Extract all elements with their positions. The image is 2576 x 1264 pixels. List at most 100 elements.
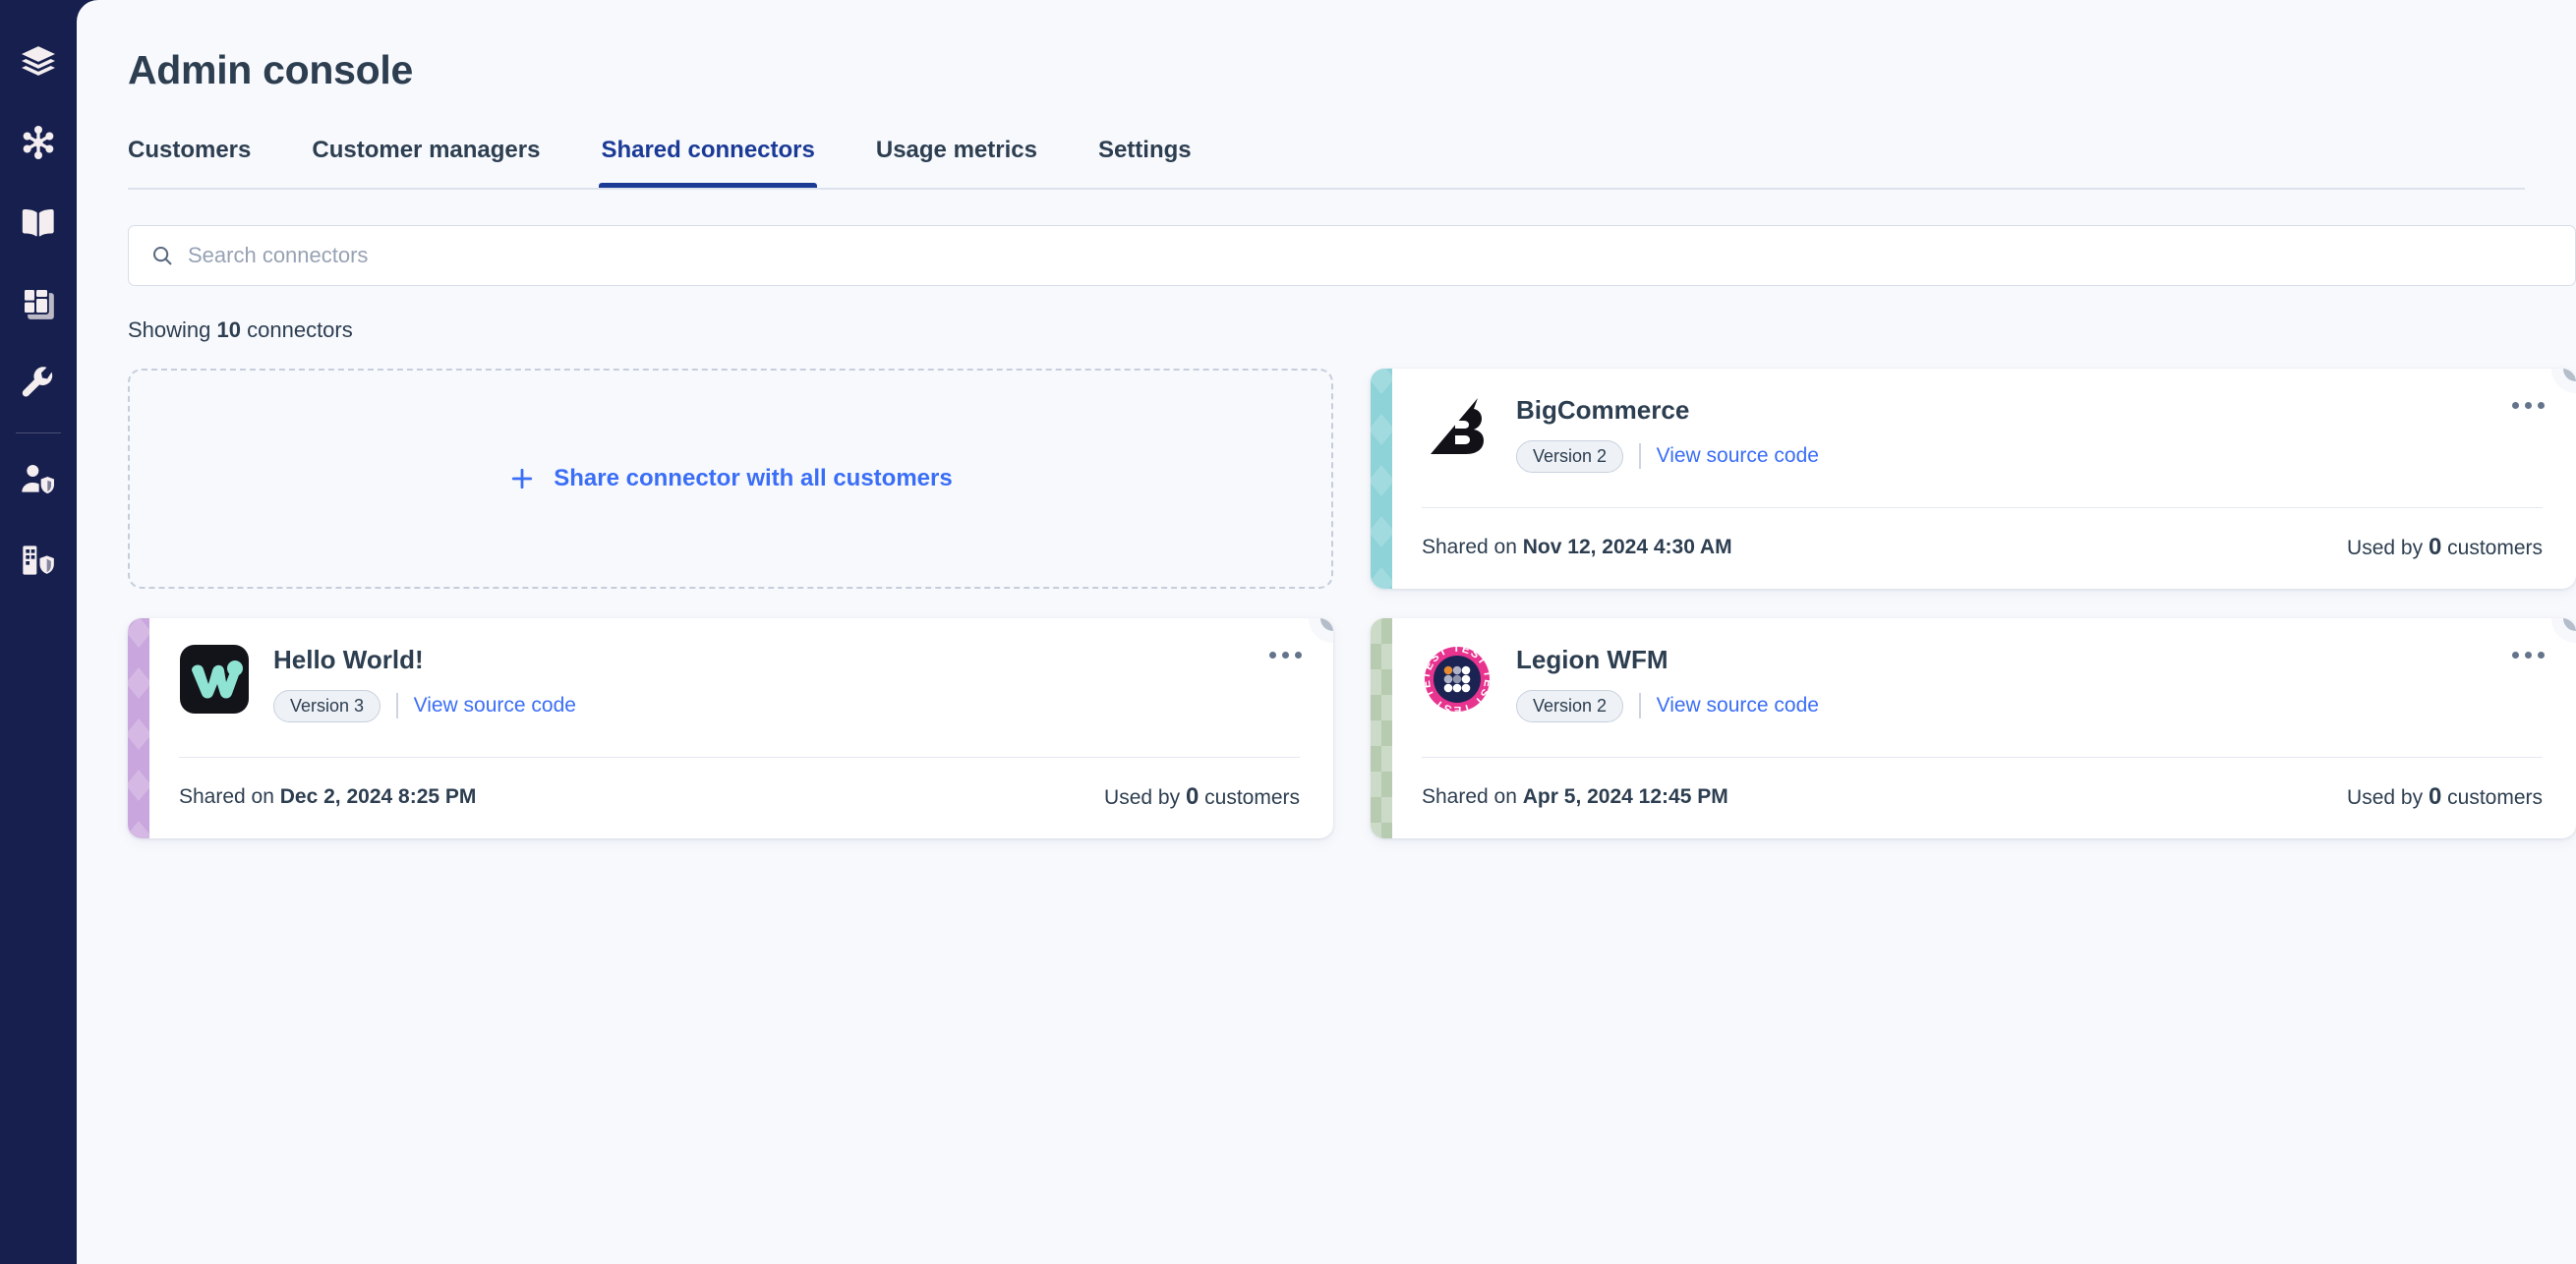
card-footer: Shared on Nov 12, 2024 4:30 AM Used by 0… <box>1422 508 2543 589</box>
snowflake-icon <box>19 123 58 162</box>
card-accent-stripe <box>1371 618 1392 838</box>
used-by-text: Used by 0 customers <box>2347 534 2543 561</box>
tab-customer-managers[interactable]: Customer managers <box>312 137 540 188</box>
book-icon <box>19 203 58 243</box>
tab-customers[interactable]: Customers <box>128 137 251 188</box>
customers-label: customers <box>2447 537 2543 559</box>
shared-on-label: Shared on <box>1422 785 1517 808</box>
tab-bar-underline <box>128 188 2525 190</box>
card-footer: Shared on Apr 5, 2024 12:45 PM Used by 0… <box>1422 758 2543 838</box>
plus-icon <box>508 465 536 492</box>
building-shield-icon <box>19 541 58 580</box>
shared-on-label: Shared on <box>179 785 274 808</box>
view-source-code-link[interactable]: View source code <box>1657 444 1819 468</box>
meta-separator <box>1639 443 1641 470</box>
customers-label: customers <box>1204 786 1300 809</box>
accent-pattern <box>1371 369 1392 589</box>
connector-card-hello-world[interactable]: Hello World! Version 3 View source code … <box>128 618 1333 838</box>
shared-on-label: Shared on <box>1422 536 1517 558</box>
card-footer: Shared on Dec 2, 2024 8:25 PM Used by 0 … <box>179 758 1300 838</box>
sidebar-item-integrations[interactable] <box>0 102 77 183</box>
card-meta: Legion WFM Version 2 View source code <box>1516 644 2543 722</box>
used-by-text: Used by 0 customers <box>2347 783 2543 811</box>
sidebar-item-tools[interactable] <box>0 344 77 425</box>
connector-name: Hello World! <box>273 645 424 674</box>
share-connector-label: Share connector with all customers <box>554 465 953 491</box>
tab-bar: Customers Customer managers Shared conne… <box>128 137 2576 188</box>
card-status-dot[interactable] <box>2563 369 2576 381</box>
sidebar-item-dashboards[interactable] <box>0 263 77 344</box>
card-accent-stripe <box>128 618 149 838</box>
connector-card-bigcommerce[interactable]: BigCommerce Version 2 View source code S… <box>1371 369 2576 589</box>
user-shield-icon <box>19 460 58 499</box>
kebab-menu-icon[interactable] <box>2506 396 2550 415</box>
bigcommerce-logo <box>1422 394 1493 465</box>
sidebar-item-user-admin[interactable] <box>0 439 77 520</box>
main-content-panel: Admin console Customers Customer manager… <box>77 0 2576 1264</box>
results-count-suffix: connectors <box>247 317 353 342</box>
card-status-dot[interactable] <box>1320 618 1333 631</box>
card-meta-row: Version 2 View source code <box>1516 689 2543 722</box>
card-header: BigCommerce Version 2 View source code <box>1422 394 2543 473</box>
version-badge: Version 2 <box>1516 689 1624 722</box>
kebab-menu-icon[interactable] <box>2506 646 2550 664</box>
used-by-count: 0 <box>1185 783 1200 810</box>
card-meta: BigCommerce Version 2 View source code <box>1516 394 2543 473</box>
dashboard-icon <box>19 284 58 323</box>
card-meta: Hello World! Version 3 View source code <box>273 644 1300 722</box>
results-count-prefix: Showing <box>128 317 211 342</box>
connector-grid: Share connector with all customers BigCo… <box>128 369 2576 838</box>
tab-bar-wrapper: Customers Customer managers Shared conne… <box>128 137 2576 190</box>
shared-on-text: Shared on Nov 12, 2024 4:30 AM <box>1422 536 1732 559</box>
app-root: Admin console Customers Customer manager… <box>0 0 2576 1264</box>
left-nav-sidebar <box>0 0 77 1264</box>
tab-shared-connectors[interactable]: Shared connectors <box>599 137 818 188</box>
card-header: TEST TEST TEST TEST TEST <box>1422 644 2543 722</box>
shared-on-text: Shared on Apr 5, 2024 12:45 PM <box>1422 785 1728 809</box>
version-badge: Version 3 <box>273 689 381 722</box>
used-by-label: Used by <box>2347 786 2424 809</box>
page-title: Admin console <box>128 47 413 92</box>
used-by-label: Used by <box>1104 786 1181 809</box>
layers-icon <box>19 42 58 82</box>
sidebar-item-org-admin[interactable] <box>0 520 77 601</box>
connector-card-legion-wfm[interactable]: TEST TEST TEST TEST TEST <box>1371 618 2576 838</box>
kebab-menu-icon[interactable] <box>1263 646 1308 664</box>
connector-name: Legion WFM <box>1516 645 1669 674</box>
search-box[interactable] <box>128 225 2576 286</box>
share-connector-label-group: Share connector with all customers <box>508 465 953 492</box>
tab-settings[interactable]: Settings <box>1098 137 1192 188</box>
used-by-text: Used by 0 customers <box>1104 783 1300 811</box>
card-status-dot[interactable] <box>2563 618 2576 631</box>
wrench-icon <box>19 365 58 404</box>
used-by-count: 0 <box>2428 534 2442 560</box>
legion-wfm-logo: TEST TEST TEST TEST TEST <box>1422 644 1493 715</box>
customers-label: customers <box>2447 786 2543 809</box>
shared-on-value: Apr 5, 2024 12:45 PM <box>1522 785 1728 808</box>
share-connector-card[interactable]: Share connector with all customers <box>128 369 1333 589</box>
card-body: Hello World! Version 3 View source code … <box>149 618 1333 838</box>
results-count-number: 10 <box>216 317 241 342</box>
search-icon <box>150 244 174 267</box>
meta-separator <box>1639 693 1641 719</box>
search-input[interactable] <box>188 226 2553 285</box>
card-body: BigCommerce Version 2 View source code S… <box>1392 369 2576 589</box>
results-count: Showing 10 connectors <box>128 317 2576 343</box>
shared-on-value: Nov 12, 2024 4:30 AM <box>1522 536 1732 558</box>
card-accent-stripe <box>1371 369 1392 589</box>
hello-world-logo <box>179 644 250 715</box>
view-source-code-link[interactable]: View source code <box>1657 694 1819 718</box>
view-source-code-link[interactable]: View source code <box>414 694 576 718</box>
shared-on-value: Dec 2, 2024 8:25 PM <box>279 785 477 808</box>
connector-name: BigCommerce <box>1516 395 1690 425</box>
sidebar-divider <box>16 432 61 433</box>
sidebar-item-layers[interactable] <box>0 22 77 102</box>
meta-separator <box>396 693 398 719</box>
sidebar-item-docs[interactable] <box>0 183 77 263</box>
tab-usage-metrics[interactable]: Usage metrics <box>876 137 1037 188</box>
search-row <box>128 225 2576 286</box>
card-meta-row: Version 2 View source code <box>1516 439 2543 473</box>
version-badge: Version 2 <box>1516 439 1624 473</box>
used-by-count: 0 <box>2428 783 2442 810</box>
card-header: Hello World! Version 3 View source code <box>179 644 1300 722</box>
